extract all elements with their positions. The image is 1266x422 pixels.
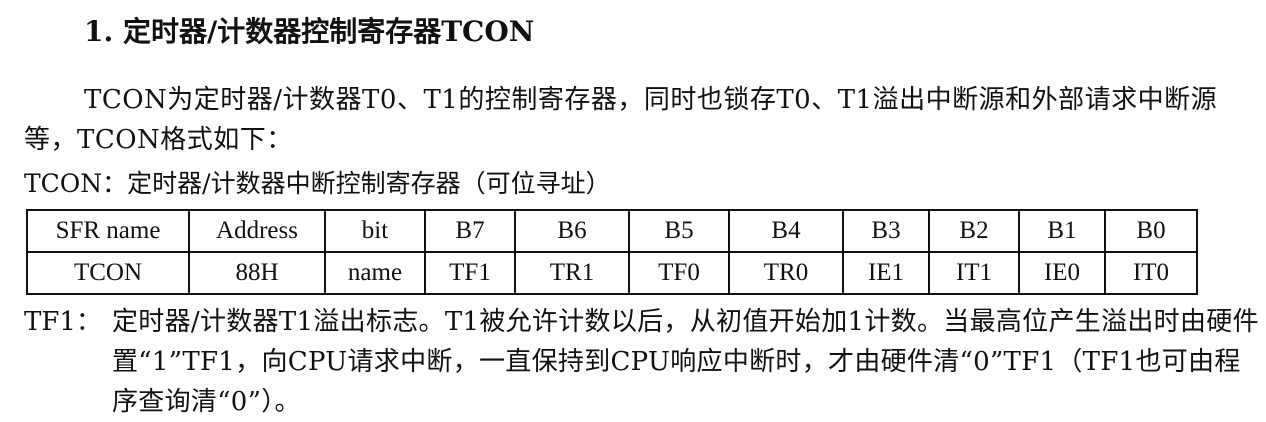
header-cell-bit: bit <box>324 209 426 253</box>
tcon-register-table: SFR name Address bit B7 B6 B5 B4 B3 B2 B… <box>26 209 1198 295</box>
cell-bit: name <box>324 251 426 295</box>
header-cell-b7: B7 <box>424 209 516 253</box>
header-cell-b6: B6 <box>514 209 630 253</box>
header-cell-b0: B0 <box>1104 209 1198 253</box>
document-page: 1. 定时器/计数器控制寄存器TCON TCON为定时器/计数器T0、T1的控制… <box>0 0 1266 421</box>
tf1-description: TF1： 定时器/计数器T1溢出标志。T1被允许计数以后，从初值开始加1计数。当… <box>24 302 1259 422</box>
header-cell-b2: B2 <box>928 209 1020 253</box>
cell-b5: TF0 <box>628 251 730 295</box>
section-title: 1. 定时器/计数器控制寄存器TCON <box>84 15 535 48</box>
header-cell-b5: B5 <box>628 209 730 253</box>
header-cell-b4: B4 <box>728 209 844 253</box>
table-caption: TCON：定时器/计数器中断控制寄存器（可位寻址） <box>24 169 611 198</box>
cell-b3: IE1 <box>842 251 930 295</box>
cell-b7: TF1 <box>424 251 516 295</box>
cell-b1: IE0 <box>1018 251 1106 295</box>
table-row: TCON 88H name TF1 TR1 TF0 TR0 IE1 IT1 IE… <box>26 251 1198 295</box>
table-header-row: SFR name Address bit B7 B6 B5 B4 B3 B2 B… <box>26 209 1198 253</box>
cell-sfr-name: TCON <box>26 251 190 295</box>
header-cell-address: Address <box>188 209 326 253</box>
cell-b4: TR0 <box>728 251 844 295</box>
tf1-term: TF1： <box>24 307 102 337</box>
cell-address: 88H <box>188 251 326 295</box>
header-cell-b1: B1 <box>1018 209 1106 253</box>
header-cell-sfr-name: SFR name <box>26 209 190 253</box>
cell-b2: IT1 <box>928 251 1020 295</box>
header-cell-b3: B3 <box>842 209 930 253</box>
intro-paragraph: TCON为定时器/计数器T0、T1的控制寄存器，同时也锁存T0、T1溢出中断源和… <box>24 85 1218 155</box>
cell-b6: TR1 <box>514 251 630 295</box>
tf1-description-text: 定时器/计数器T1溢出标志。T1被允许计数以后，从初值开始加1计数。当最高位产生… <box>112 307 1259 417</box>
cell-b0: IT0 <box>1104 251 1198 295</box>
